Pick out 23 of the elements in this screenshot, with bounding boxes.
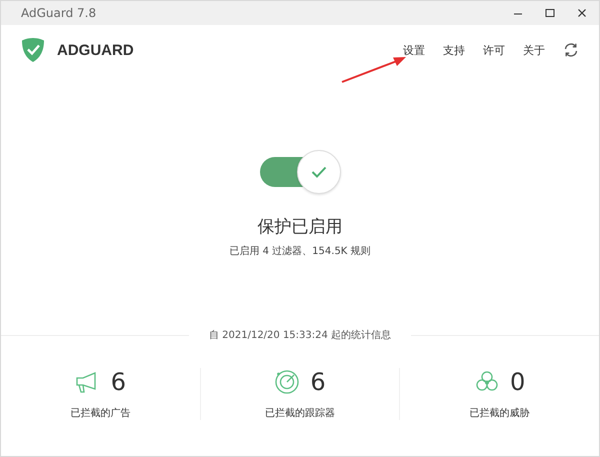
- protection-toggle[interactable]: [258, 149, 342, 195]
- nav-link[interactable]: 支持: [443, 42, 465, 58]
- refresh-icon[interactable]: [563, 42, 579, 58]
- maximize-icon[interactable]: [545, 8, 555, 18]
- radar-icon: [274, 369, 300, 395]
- check-icon: [311, 166, 327, 178]
- brand-name: ADGUARD: [57, 42, 134, 58]
- close-icon[interactable]: [577, 8, 587, 18]
- stat-label: 已拦截的威胁: [470, 406, 530, 420]
- annotation-arrow: [341, 55, 407, 83]
- status-title: 保护已启用: [258, 216, 342, 238]
- shield-icon: [21, 37, 45, 63]
- stats-heading: 自 2021/12/20 15:33:24 起的统计信息: [188, 328, 412, 342]
- stat-count: 0: [510, 368, 526, 396]
- window-title: AdGuard 7.8: [21, 6, 96, 20]
- nav-link[interactable]: 设置: [403, 42, 425, 58]
- stat-count: 6: [110, 368, 126, 396]
- stat-count: 6: [310, 368, 326, 396]
- status-subtitle: 已启用 4 过滤器、154.5K 规则: [229, 244, 371, 258]
- nav-link[interactable]: 许可: [483, 42, 505, 58]
- stat-label: 已拦截的广告: [70, 406, 130, 420]
- stat-label: 已拦截的跟踪器: [265, 406, 335, 420]
- nav-link[interactable]: 关于: [523, 42, 545, 58]
